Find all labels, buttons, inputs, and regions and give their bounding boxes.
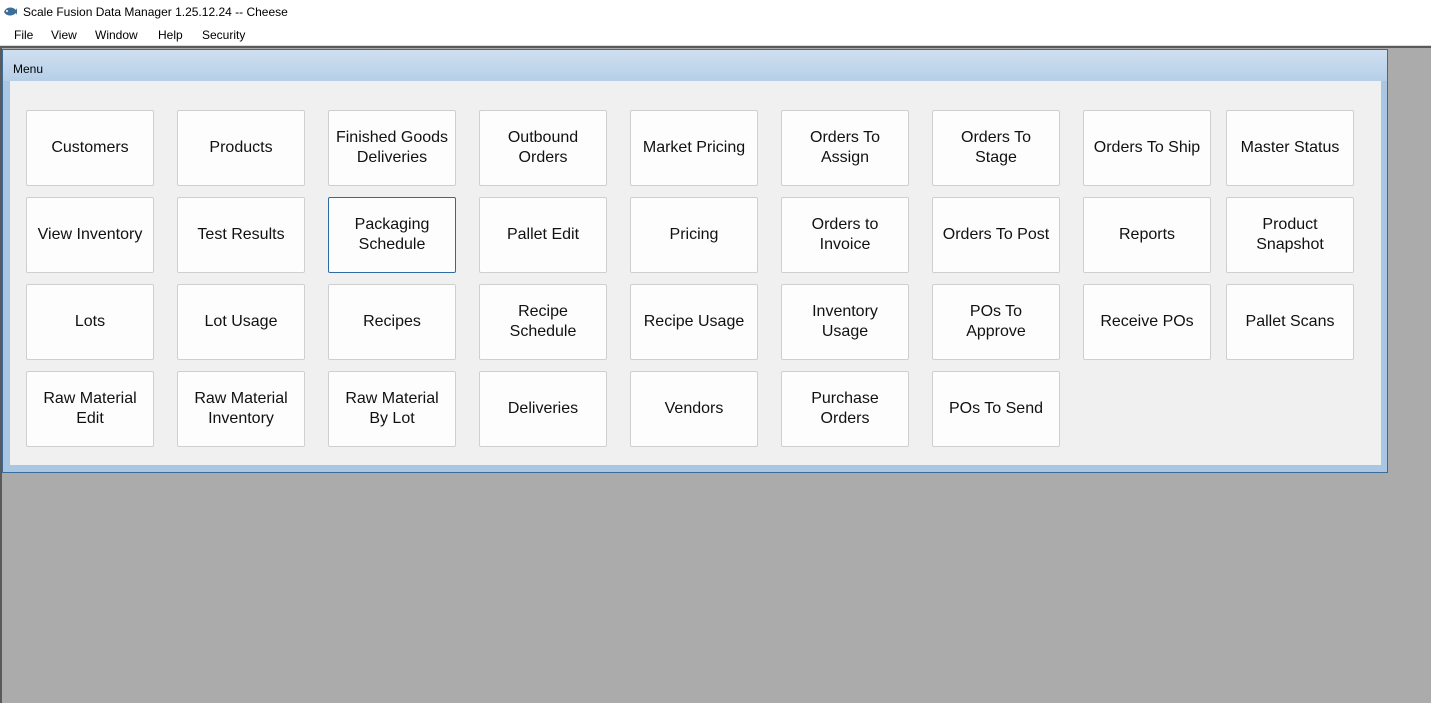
- raw-material-edit-button[interactable]: Raw Material Edit: [26, 371, 154, 447]
- packaging-schedule-button[interactable]: Packaging Schedule: [328, 197, 456, 273]
- pos-to-send-button[interactable]: POs To Send: [932, 371, 1060, 447]
- pallet-scans-button[interactable]: Pallet Scans: [1226, 284, 1354, 360]
- menu-window-frame: Menu Customers Products Finished Goods D…: [2, 49, 1388, 473]
- receive-pos-button[interactable]: Receive POs: [1083, 284, 1211, 360]
- menu-help[interactable]: Help: [158, 28, 183, 42]
- recipe-usage-button[interactable]: Recipe Usage: [630, 284, 758, 360]
- window-title: Scale Fusion Data Manager 1.25.12.24 -- …: [23, 5, 288, 19]
- app-fish-icon: [4, 7, 17, 16]
- orders-to-assign-button[interactable]: Orders To Assign: [781, 110, 909, 186]
- orders-to-invoice-button[interactable]: Orders to Invoice: [781, 197, 909, 273]
- master-status-button[interactable]: Master Status: [1226, 110, 1354, 186]
- lot-usage-button[interactable]: Lot Usage: [177, 284, 305, 360]
- menu-security[interactable]: Security: [202, 28, 245, 42]
- finished-goods-deliveries-button[interactable]: Finished Goods Deliveries: [328, 110, 456, 186]
- raw-material-by-lot-button[interactable]: Raw Material By Lot: [328, 371, 456, 447]
- orders-to-ship-button[interactable]: Orders To Ship: [1083, 110, 1211, 186]
- products-button[interactable]: Products: [177, 110, 305, 186]
- menu-window[interactable]: Window: [95, 28, 138, 42]
- raw-material-inventory-button[interactable]: Raw Material Inventory: [177, 371, 305, 447]
- deliveries-button[interactable]: Deliveries: [479, 371, 607, 447]
- mdi-top-border: [0, 46, 1431, 48]
- customers-button[interactable]: Customers: [26, 110, 154, 186]
- pricing-button[interactable]: Pricing: [630, 197, 758, 273]
- menu-view[interactable]: View: [51, 28, 77, 42]
- test-results-button[interactable]: Test Results: [177, 197, 305, 273]
- pos-to-approve-button[interactable]: POs To Approve: [932, 284, 1060, 360]
- inventory-usage-button[interactable]: Inventory Usage: [781, 284, 909, 360]
- menu-bar: File View Window Help Security: [0, 24, 1431, 46]
- market-pricing-button[interactable]: Market Pricing: [630, 110, 758, 186]
- pallet-edit-button[interactable]: Pallet Edit: [479, 197, 607, 273]
- orders-to-stage-button[interactable]: Orders To Stage: [932, 110, 1060, 186]
- menu-window-caption-text: Menu: [13, 62, 44, 76]
- title-bar: Scale Fusion Data Manager 1.25.12.24 -- …: [0, 0, 1431, 24]
- recipe-schedule-button[interactable]: Recipe Schedule: [479, 284, 607, 360]
- reports-button[interactable]: Reports: [1083, 197, 1211, 273]
- orders-to-post-button[interactable]: Orders To Post: [932, 197, 1060, 273]
- vendors-button[interactable]: Vendors: [630, 371, 758, 447]
- outbound-orders-button[interactable]: Outbound Orders: [479, 110, 607, 186]
- menu-file[interactable]: File: [14, 28, 33, 42]
- product-snapshot-button[interactable]: Product Snapshot: [1226, 197, 1354, 273]
- recipes-button[interactable]: Recipes: [328, 284, 456, 360]
- menu-tile-grid: Customers Products Finished Goods Delive…: [10, 81, 1381, 465]
- purchase-orders-button[interactable]: Purchase Orders: [781, 371, 909, 447]
- view-inventory-button[interactable]: View Inventory: [26, 197, 154, 273]
- menu-window-caption[interactable]: Menu: [3, 50, 1387, 81]
- lots-button[interactable]: Lots: [26, 284, 154, 360]
